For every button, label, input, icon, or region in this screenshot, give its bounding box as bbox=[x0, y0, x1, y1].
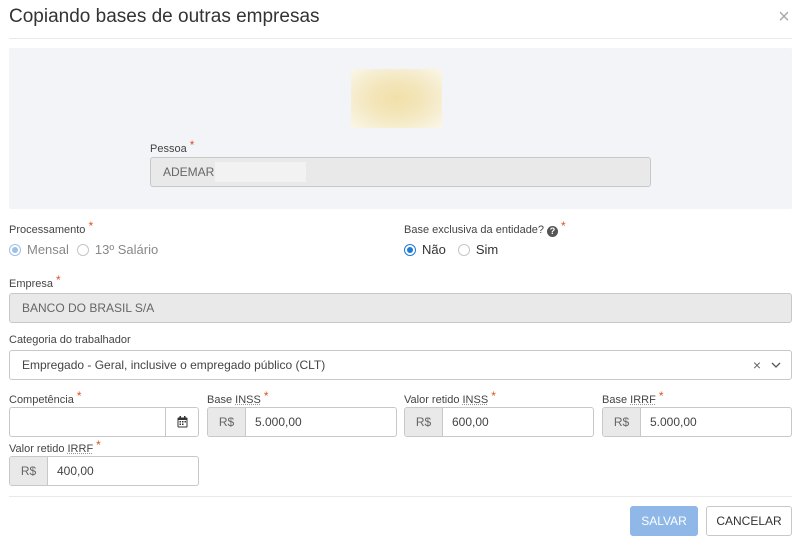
radio-nao-label[interactable]: Não bbox=[422, 242, 446, 257]
header-divider bbox=[9, 38, 792, 39]
competencia-input[interactable] bbox=[10, 408, 165, 436]
help-icon[interactable]: ? bbox=[547, 226, 559, 237]
currency-addon: R$ bbox=[603, 408, 641, 436]
valor-retido-inss-group: R$ 600,00 bbox=[404, 407, 594, 437]
base-inss-input[interactable]: 5.000,00 bbox=[246, 408, 396, 436]
chevron-down-icon[interactable] bbox=[771, 362, 781, 368]
redacted-name bbox=[215, 162, 306, 182]
base-exclusiva-label: Base exclusiva da entidade?? * bbox=[404, 219, 566, 237]
base-irrf-input[interactable]: 5.000,00 bbox=[641, 408, 791, 436]
currency-addon: R$ bbox=[405, 408, 443, 436]
processamento-options: Mensal 13º Salário bbox=[9, 242, 158, 257]
modal-title: Copiando bases de outras empresas bbox=[9, 6, 320, 27]
valor-retido-inss-input[interactable]: 600,00 bbox=[443, 408, 593, 436]
valor-retido-inss-label: Valor retido INSS * bbox=[404, 389, 496, 406]
radio-13-salario-label[interactable]: 13º Salário bbox=[95, 242, 158, 257]
empresa-label: Empresa * bbox=[9, 273, 61, 290]
radio-sim[interactable] bbox=[457, 243, 470, 256]
base-irrf-label: Base IRRF * bbox=[602, 389, 664, 406]
base-inss-label: Base INSS * bbox=[207, 389, 269, 406]
clear-icon[interactable]: × bbox=[753, 357, 761, 373]
radio-13-salario[interactable] bbox=[76, 243, 89, 256]
valor-retido-irrf-label: Valor retido IRRF * bbox=[9, 438, 101, 455]
categoria-value: Empregado - Geral, inclusive o empregado… bbox=[22, 358, 326, 372]
radio-sim-label[interactable]: Sim bbox=[476, 242, 498, 257]
radio-nao[interactable] bbox=[404, 243, 416, 256]
competencia-group bbox=[9, 407, 199, 437]
close-icon[interactable]: × bbox=[775, 7, 793, 27]
pessoa-label: Pessoa * bbox=[150, 138, 195, 155]
save-button[interactable]: SALVAR bbox=[630, 506, 698, 536]
radio-mensal[interactable] bbox=[9, 243, 21, 256]
currency-addon: R$ bbox=[208, 408, 246, 436]
base-inss-group: R$ 5.000,00 bbox=[207, 407, 397, 437]
footer-divider bbox=[9, 496, 792, 497]
competencia-label: Competência * bbox=[9, 389, 82, 406]
processamento-label: Processamento * bbox=[9, 219, 94, 236]
empresa-value: BANCO DO BRASIL S/A bbox=[22, 301, 155, 315]
calendar-button[interactable] bbox=[165, 408, 198, 436]
calendar-icon bbox=[177, 416, 187, 428]
valor-retido-irrf-group: R$ 400,00 bbox=[9, 456, 199, 486]
valor-retido-irrf-input[interactable]: 400,00 bbox=[48, 457, 198, 485]
avatar bbox=[351, 69, 442, 128]
categoria-select[interactable]: Empregado - Geral, inclusive o empregado… bbox=[9, 350, 792, 380]
categoria-label: Categoria do trabalhador bbox=[9, 334, 131, 346]
empresa-field: BANCO DO BRASIL S/A bbox=[9, 293, 792, 323]
currency-addon: R$ bbox=[10, 457, 48, 485]
cancel-button[interactable]: CANCELAR bbox=[706, 506, 792, 536]
base-exclusiva-options: Não Sim bbox=[404, 242, 498, 257]
base-irrf-group: R$ 5.000,00 bbox=[602, 407, 792, 437]
radio-mensal-label[interactable]: Mensal bbox=[27, 242, 69, 257]
